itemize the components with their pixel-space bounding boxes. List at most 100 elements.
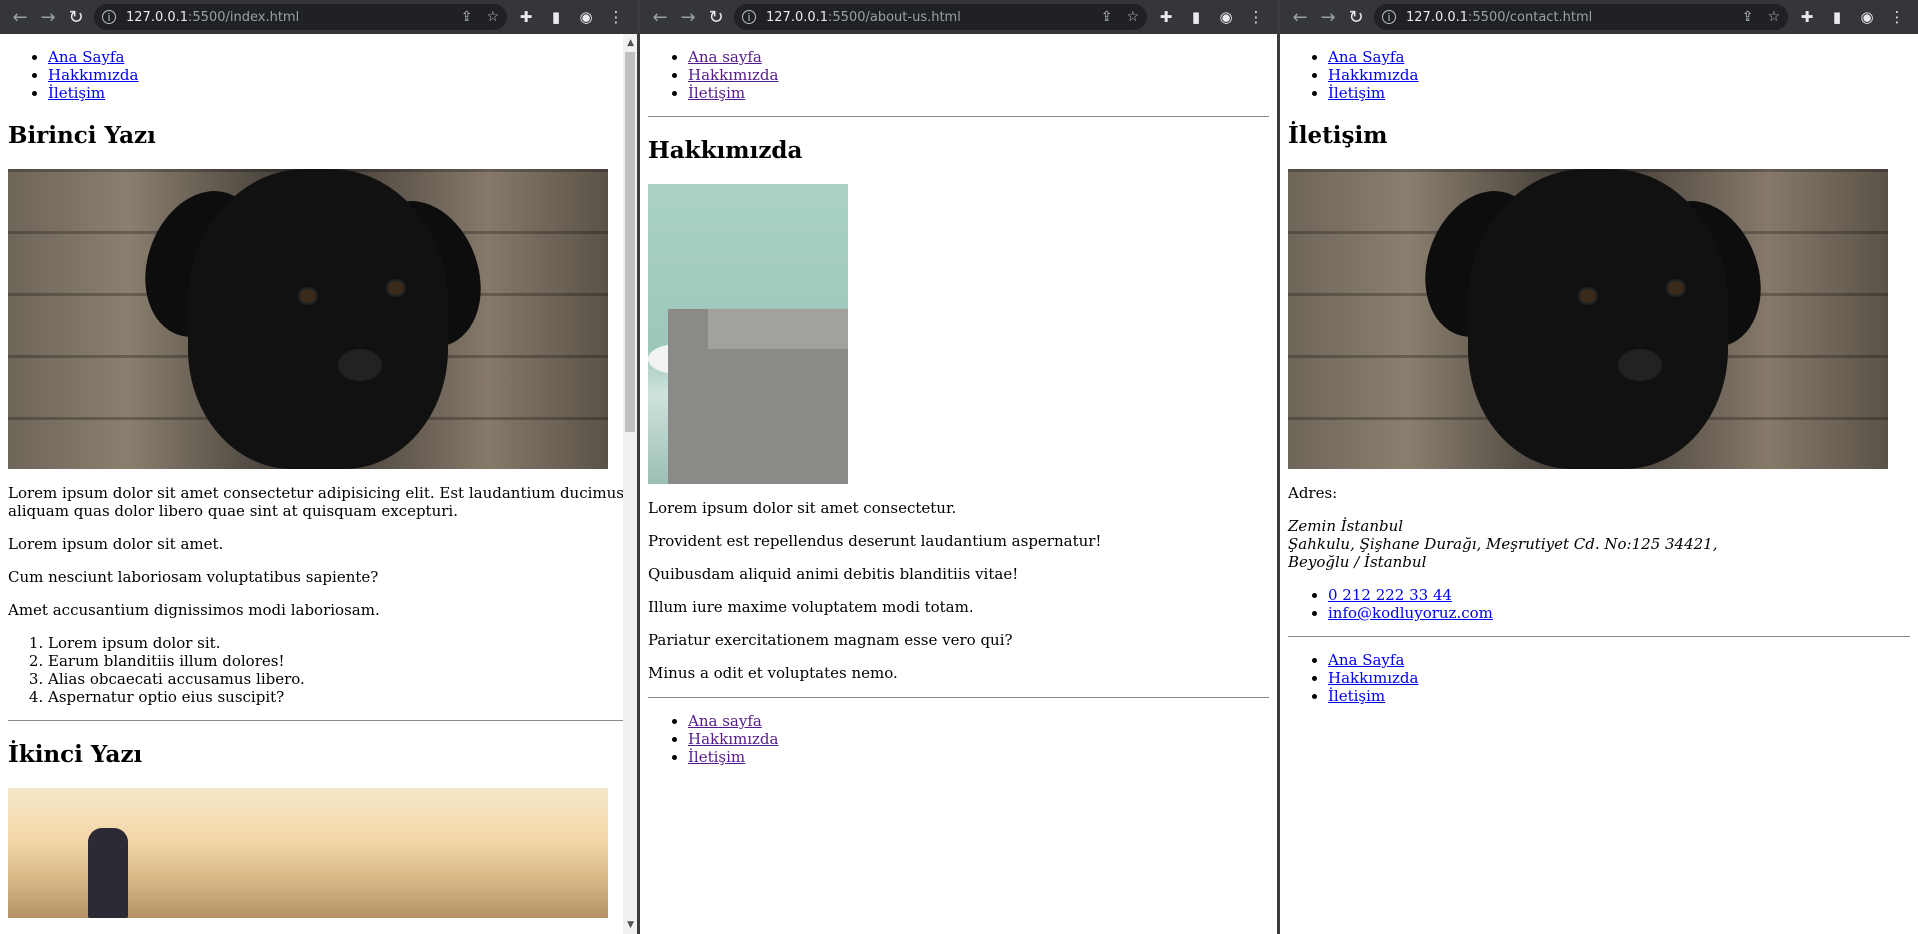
list-item: Earum blanditiis illum dolores! [48,652,629,670]
url-path: :5500/index.html [188,9,300,25]
page-title: Hakkımızda [648,137,803,164]
address-bar[interactable]: i 127.0.0.1:5500/about-us.html ⇪ ☆ [734,4,1147,30]
info-icon[interactable]: i [1382,10,1396,24]
article-title: Birinci Yazı [8,122,156,149]
nav-link-home[interactable]: Ana sayfa [688,48,762,66]
forward-icon[interactable]: → [1314,3,1342,31]
side-panel-icon[interactable]: ▮ [541,8,571,26]
info-icon[interactable]: i [742,10,756,24]
nav-link-about[interactable]: Hakkımızda [1328,66,1418,84]
nav-link-contact[interactable]: İletişim [48,84,105,102]
divider [648,697,1269,698]
extensions-icon[interactable]: ✚ [1151,8,1181,26]
footer-link-contact[interactable]: İletişim [688,748,745,766]
url-host: 127.0.0.1 [766,9,829,25]
article-title-2: İkinci Yazı [8,741,143,768]
nav-link-contact[interactable]: İletişim [688,84,745,102]
footer-nav-list: Ana sayfa Hakkımızda İletişim [648,712,1269,766]
browser-window-about: ← → ↻ i 127.0.0.1:5500/about-us.html ⇪ ☆… [640,0,1277,934]
nav-link-home[interactable]: Ana Sayfa [1328,48,1404,66]
url-path: :5500/about-us.html [828,9,961,25]
footer-link-about[interactable]: Hakkımızda [688,730,778,748]
browser-toolbar: ← → ↻ i 127.0.0.1:5500/about-us.html ⇪ ☆… [640,0,1277,34]
divider [648,116,1269,117]
scroll-down-icon[interactable]: ▼ [627,920,634,930]
share-icon[interactable]: ⇪ [461,9,473,25]
profile-icon[interactable]: ◉ [571,8,601,26]
phone-link[interactable]: 0 212 222 33 44 [1328,586,1452,604]
extensions-icon[interactable]: ✚ [1792,8,1822,26]
browser-window-contact: ← → ↻ i 127.0.0.1:5500/contact.html ⇪ ☆ … [1280,0,1918,934]
address-bar[interactable]: i 127.0.0.1:5500/index.html ⇪ ☆ [94,4,507,30]
nav-link-about[interactable]: Hakkımızda [688,66,778,84]
reload-icon[interactable]: ↻ [702,3,730,31]
side-panel-icon[interactable]: ▮ [1181,8,1211,26]
menu-icon[interactable]: ⋮ [1241,8,1271,26]
paragraph: Lorem ipsum dolor sit amet consectetur. [648,499,957,517]
paragraph: Pariatur exercitationem magnam esse vero… [648,631,1013,649]
footer-link-home[interactable]: Ana Sayfa [1328,651,1404,669]
contact-list: 0 212 222 33 44 info@kodluyoruz.com [1288,586,1910,622]
paragraph: Lorem ipsum dolor sit amet consectetur a… [8,484,624,520]
forward-icon[interactable]: → [34,3,62,31]
page-content: Ana Sayfa Hakkımızda İletişim Birinci Ya… [0,34,637,934]
list-item: Lorem ipsum dolor sit. [48,634,629,652]
dog-image [8,169,608,469]
scroll-up-icon[interactable]: ▲ [627,38,634,48]
bookmark-star-icon[interactable]: ☆ [1126,9,1139,25]
nav-list: Ana Sayfa Hakkımızda İletişim [1288,48,1910,102]
reload-icon[interactable]: ↻ [1342,3,1370,31]
address-bar[interactable]: i 127.0.0.1:5500/contact.html ⇪ ☆ [1374,4,1788,30]
dog-image [1288,169,1888,469]
nav-link-about[interactable]: Hakkımızda [48,66,138,84]
bookmark-star-icon[interactable]: ☆ [486,9,499,25]
ordered-list: Lorem ipsum dolor sit. Earum blanditiis … [8,634,629,706]
footer-link-about[interactable]: Hakkımızda [1328,669,1418,687]
email-link[interactable]: info@kodluyoruz.com [1328,604,1493,622]
share-icon[interactable]: ⇪ [1101,9,1113,25]
address-line: Zemin İstanbul [1288,517,1404,535]
nav-list: Ana Sayfa Hakkımızda İletişim [8,48,629,102]
share-icon[interactable]: ⇪ [1742,9,1754,25]
paragraph: Amet accusantium dignissimos modi labori… [8,601,380,619]
fisherman-image [8,788,608,918]
nav-link-contact[interactable]: İletişim [1328,84,1385,102]
browser-toolbar: ← → ↻ i 127.0.0.1:5500/index.html ⇪ ☆ ✚ … [0,0,637,34]
footer-link-contact[interactable]: İletişim [1328,687,1385,705]
address-line: Şahkulu, Şişhane Durağı, Meşrutiyet Cd. … [1288,535,1718,553]
bookmark-star-icon[interactable]: ☆ [1767,9,1780,25]
browser-toolbar: ← → ↻ i 127.0.0.1:5500/contact.html ⇪ ☆ … [1280,0,1918,34]
menu-icon[interactable]: ⋮ [601,8,631,26]
list-item: Alias obcaecati accusamus libero. [48,670,629,688]
profile-icon[interactable]: ◉ [1852,8,1882,26]
address-line: Beyoğlu / İstanbul [1288,553,1427,571]
back-icon[interactable]: ← [1286,3,1314,31]
back-icon[interactable]: ← [6,3,34,31]
page-content: Ana Sayfa Hakkımızda İletişim İletişim A… [1280,34,1918,934]
nav-link-home[interactable]: Ana Sayfa [48,48,124,66]
info-icon[interactable]: i [102,10,116,24]
url-host: 127.0.0.1 [1406,9,1469,25]
footer-link-home[interactable]: Ana sayfa [688,712,762,730]
reload-icon[interactable]: ↻ [62,3,90,31]
menu-icon[interactable]: ⋮ [1882,8,1912,26]
paragraph: Illum iure maxime voluptatem modi totam. [648,598,974,616]
back-icon[interactable]: ← [646,3,674,31]
scroll-thumb[interactable] [625,52,635,432]
page-content: Ana sayfa Hakkımızda İletişim Hakkımızda… [640,34,1277,934]
divider [8,720,629,721]
address: Zemin İstanbul Şahkulu, Şişhane Durağı, … [1288,517,1910,571]
address-label: Adres: [1288,484,1338,502]
building-image [648,184,848,484]
side-panel-icon[interactable]: ▮ [1822,8,1852,26]
paragraph: Minus a odit et voluptates nemo. [648,664,898,682]
scrollbar[interactable]: ▲ ▼ [623,34,637,934]
paragraph: Cum nesciunt laboriosam voluptatibus sap… [8,568,379,586]
extensions-icon[interactable]: ✚ [511,8,541,26]
profile-icon[interactable]: ◉ [1211,8,1241,26]
page-title: İletişim [1288,122,1388,149]
divider [1288,636,1910,637]
url-path: :5500/contact.html [1468,9,1593,25]
footer-nav-list: Ana Sayfa Hakkımızda İletişim [1288,651,1910,705]
forward-icon[interactable]: → [674,3,702,31]
